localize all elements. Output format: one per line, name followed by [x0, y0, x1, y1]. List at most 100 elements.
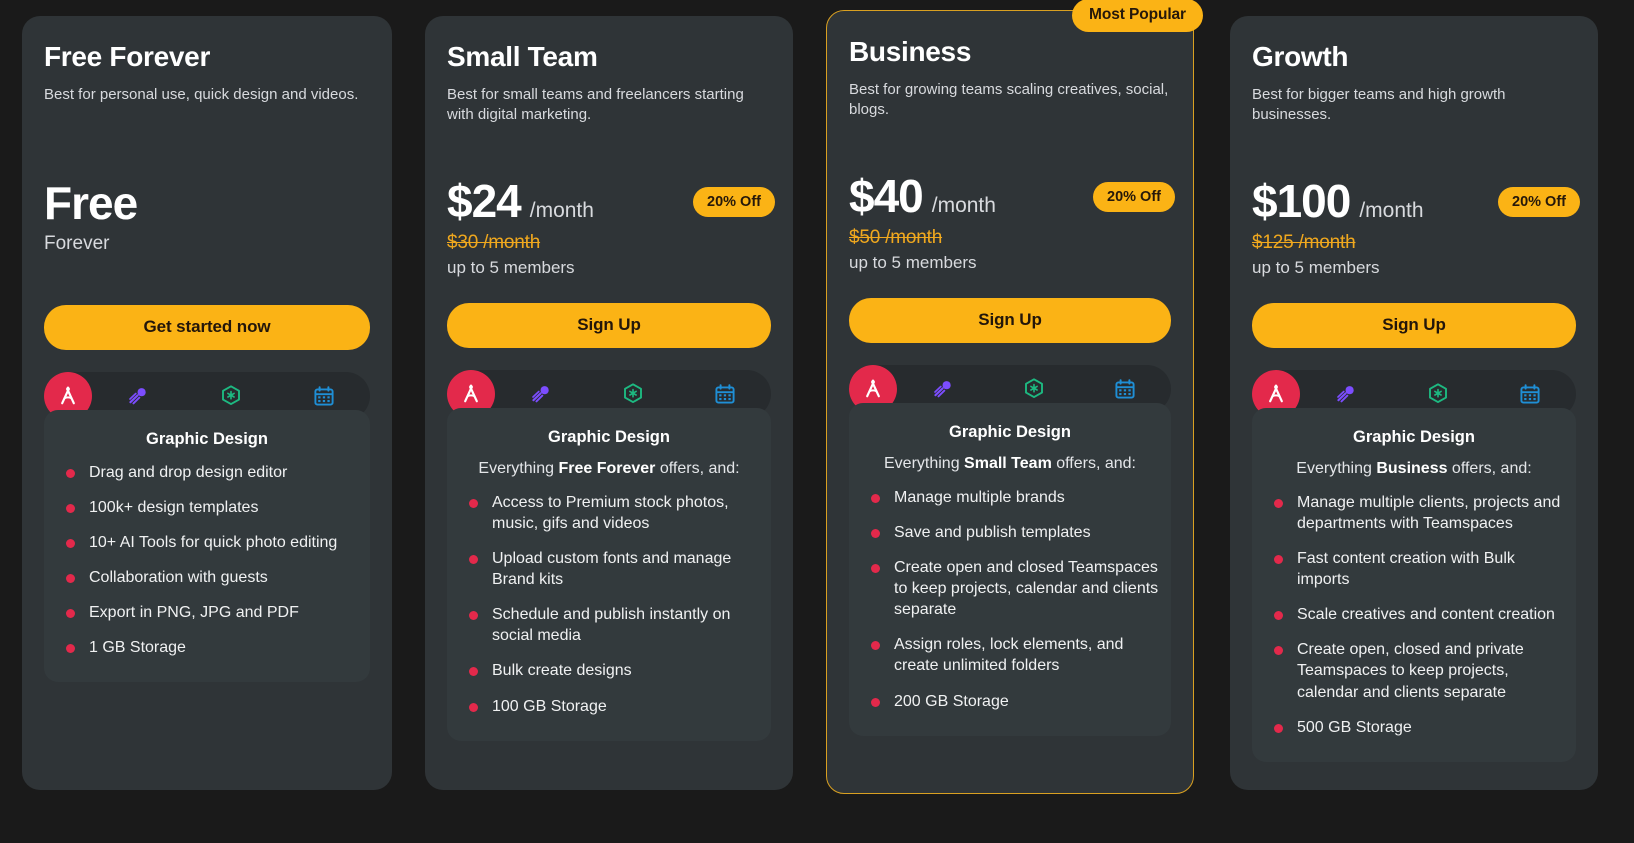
feature-item: Fast content creation with Bulk imports	[1264, 548, 1564, 590]
feature-bullet-icon	[871, 528, 880, 538]
features-title: Graphic Design	[949, 422, 1071, 441]
feature-item: Scale creatives and content creation	[1264, 604, 1564, 625]
price-amount: Free	[44, 176, 138, 229]
feature-item: 500 GB Storage	[1264, 717, 1564, 738]
feature-text: Drag and drop design editor	[89, 463, 288, 481]
features-intro-prefix: Everything	[884, 454, 965, 472]
price-amount: $40	[849, 169, 924, 222]
feature-text: Manage multiple brands	[894, 488, 1065, 506]
original-price: $125 /month	[1252, 232, 1356, 254]
feature-item: Export in PNG, JPG and PDF	[56, 602, 358, 623]
features-intro-prefix: Everything	[478, 459, 559, 477]
comet-wand-icon	[529, 382, 553, 406]
price-amount: $100	[1252, 174, 1351, 227]
members-limit: up to 5 members	[849, 253, 977, 273]
feature-text: Manage multiple clients, projects and de…	[1297, 493, 1561, 532]
plan-tagline: Best for personal use, quick design and …	[44, 85, 359, 103]
feature-list: Drag and drop design editor 100k+ design …	[56, 462, 358, 659]
feature-list: Access to Premium stock photos, music, g…	[459, 492, 759, 717]
features-intro-suffix: offers, and:	[1051, 454, 1136, 472]
price-period: /month	[1359, 198, 1424, 222]
feature-item: 200 GB Storage	[861, 691, 1159, 712]
price-amount: $24	[447, 174, 522, 227]
calendar-icon	[312, 384, 336, 408]
compass-icon	[459, 382, 483, 406]
feature-list: Manage multiple brands Save and publish t…	[861, 487, 1159, 712]
feature-item: Bulk create designs	[459, 660, 759, 681]
plan-name: Free Forever	[44, 41, 211, 72]
plan-name: Business	[849, 36, 972, 67]
feature-text: 200 GB Storage	[894, 692, 1009, 710]
feature-text: 1 GB Storage	[89, 639, 186, 657]
feature-bullet-icon	[469, 498, 478, 508]
features-intro: Everything Free Forever offers, and:	[459, 460, 759, 478]
feature-item: Assign roles, lock elements, and create …	[861, 634, 1159, 676]
feature-item: Save and publish templates	[861, 522, 1159, 543]
feature-text: 100k+ design templates	[89, 498, 259, 516]
feature-text: Bulk create designs	[492, 662, 632, 680]
feature-bullet-icon	[66, 644, 75, 654]
feature-text: 100 GB Storage	[492, 697, 607, 715]
feature-text: 500 GB Storage	[1297, 718, 1412, 736]
compass-icon	[861, 377, 885, 401]
feature-text: Scale creatives and content creation	[1297, 606, 1555, 624]
cta-button-business[interactable]: Sign Up	[849, 297, 1171, 343]
discount-badge: 20% Off	[1498, 186, 1580, 217]
feature-bullet-icon	[1274, 646, 1283, 656]
features-panel: Graphic Design Everything Small Team offe…	[849, 402, 1171, 736]
feature-item: Manage multiple clients, projects and de…	[1264, 492, 1564, 534]
feature-bullet-icon	[1274, 723, 1283, 733]
cta-button-free-forever[interactable]: Get started now	[44, 304, 370, 350]
plan-card-free-forever: Free Forever Best for personal use, quick…	[22, 16, 392, 790]
hexagon-star-icon	[1022, 377, 1046, 401]
hexagon-star-icon	[1426, 382, 1450, 406]
hexagon-star-icon	[219, 384, 243, 408]
original-price: $50 /month	[849, 227, 943, 249]
compass-icon	[1264, 382, 1288, 406]
price-period: /month	[529, 198, 594, 222]
plan-card-small-team: Small Team Best for small teams and freel…	[425, 16, 793, 790]
pricing-plans-grid: Free Forever Best for personal use, quick…	[0, 0, 1634, 843]
feature-bullet-icon	[66, 574, 75, 584]
plan-card-growth: Growth Best for bigger teams and high gro…	[1230, 16, 1598, 790]
feature-item: 1 GB Storage	[56, 637, 358, 658]
feature-bullet-icon	[1274, 555, 1283, 565]
feature-bullet-icon	[469, 611, 478, 621]
feature-text: Save and publish templates	[894, 523, 1091, 541]
feature-bullet-icon	[66, 539, 75, 549]
feature-bullet-icon	[469, 555, 478, 565]
plan-card-business: Most Popular Business Best for growing tea…	[826, 0, 1203, 794]
features-panel: Graphic Design Drag and drop design edito…	[44, 409, 370, 683]
calendar-icon	[1518, 382, 1542, 406]
feature-bullet-icon	[66, 503, 75, 513]
hexagon-star-icon	[621, 382, 645, 406]
feature-text: Schedule and publish instantly on social…	[492, 606, 731, 645]
price-block: Free Forever	[44, 176, 370, 287]
price-block: $100/month $125 /month up to 5 members 20% …	[1252, 174, 1580, 285]
features-panel: Graphic Design Everything Free Forever of…	[447, 407, 771, 741]
plan-tagline: Best for growing teams scaling creatives…	[849, 80, 1169, 119]
comet-wand-icon	[1334, 382, 1358, 406]
plan-tagline: Best for bigger teams and high growth bu…	[1252, 85, 1506, 124]
feature-text: Assign roles, lock elements, and create …	[894, 636, 1124, 675]
features-title: Graphic Design	[548, 427, 670, 446]
feature-bullet-icon	[871, 493, 880, 503]
feature-list: Manage multiple clients, projects and de…	[1264, 492, 1564, 738]
feature-text: Create open, closed and private Teamspac…	[1297, 641, 1524, 701]
price-period: /month	[931, 193, 996, 217]
cta-button-growth[interactable]: Sign Up	[1252, 302, 1576, 348]
original-price: $30 /month	[447, 232, 541, 254]
features-intro-plan-ref: Free Forever	[558, 459, 656, 477]
feature-bullet-icon	[871, 564, 880, 574]
features-intro-plan-ref: Small Team	[964, 454, 1052, 472]
feature-item: Upload custom fonts and manage Brand kit…	[459, 548, 759, 590]
feature-text: 10+ AI Tools for quick photo editing	[89, 534, 338, 552]
members-limit: up to 5 members	[447, 258, 575, 278]
features-title: Graphic Design	[146, 429, 268, 448]
features-intro: Everything Business offers, and:	[1264, 460, 1564, 478]
cta-button-small-team[interactable]: Sign Up	[447, 302, 771, 348]
features-intro: Everything Small Team offers, and:	[861, 455, 1159, 473]
comet-wand-icon	[931, 377, 955, 401]
feature-text: Upload custom fonts and manage Brand kit…	[492, 550, 732, 589]
price-subtitle: Forever	[44, 233, 110, 255]
